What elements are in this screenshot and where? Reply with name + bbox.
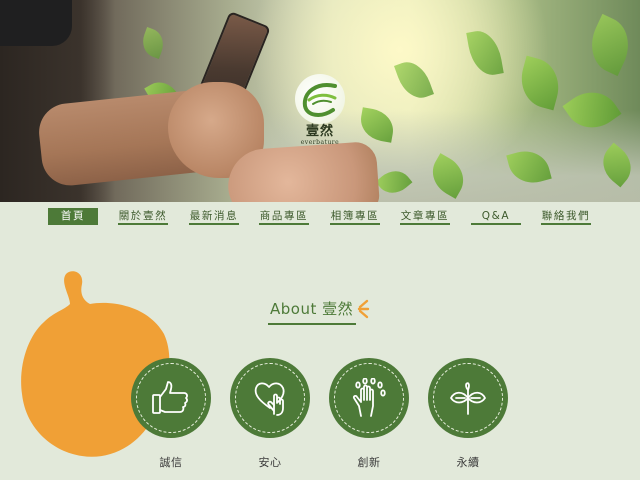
brand-name: 壹然 [305,124,334,139]
feature-peace-of-mind[interactable]: 安心 [230,358,310,474]
feature-label: 誠信 [159,456,183,469]
feature-circle [131,358,211,438]
feature-label: 永續 [456,456,480,469]
nav-item-home[interactable]: 首頁 [48,208,98,225]
about-underline [268,323,356,325]
feature-circle [230,358,310,438]
nav-item-albums[interactable]: 相簿專區 [330,208,380,225]
thumbs-up-icon [152,381,188,414]
nav-item-qa[interactable]: Q&A [471,208,521,225]
feature-sustainability[interactable]: 永續 [428,358,508,474]
nav-item-contact[interactable]: 聯絡我們 [541,208,591,225]
about-heading: About 壹然 [270,300,354,318]
nav-item-articles[interactable]: 文章專區 [400,208,450,225]
main-navigation: 首頁 關於壹然 最新消息 商品專區 相簿專區 文章專區 Q&A 聯絡我們 [0,202,640,232]
hand-sparkle-icon [352,378,386,417]
brand-logo[interactable]: 壹然 everbature [288,74,352,154]
hero-banner: 壹然 everbature [0,0,640,202]
nav-item-news[interactable]: 最新消息 [189,208,239,225]
feature-honesty[interactable]: 誠信 [131,358,211,474]
heart-hand-icon [254,382,285,416]
feature-circle [329,358,409,438]
sleeve [0,0,72,46]
spark-icon [357,299,370,319]
nav-item-products[interactable]: 商品專區 [259,208,309,225]
feature-circle [428,358,508,438]
leaf-decoration [138,27,168,59]
feature-label: 安心 [258,456,282,469]
sprout-icon [450,382,486,415]
feature-innovation[interactable]: 創新 [329,358,409,474]
leaf-decoration [581,13,639,77]
leaf-logo-icon [295,74,345,124]
feature-label: 創新 [357,456,381,469]
brand-subtitle: everbature [300,139,340,146]
nav-item-about[interactable]: 關於壹然 [118,208,168,225]
